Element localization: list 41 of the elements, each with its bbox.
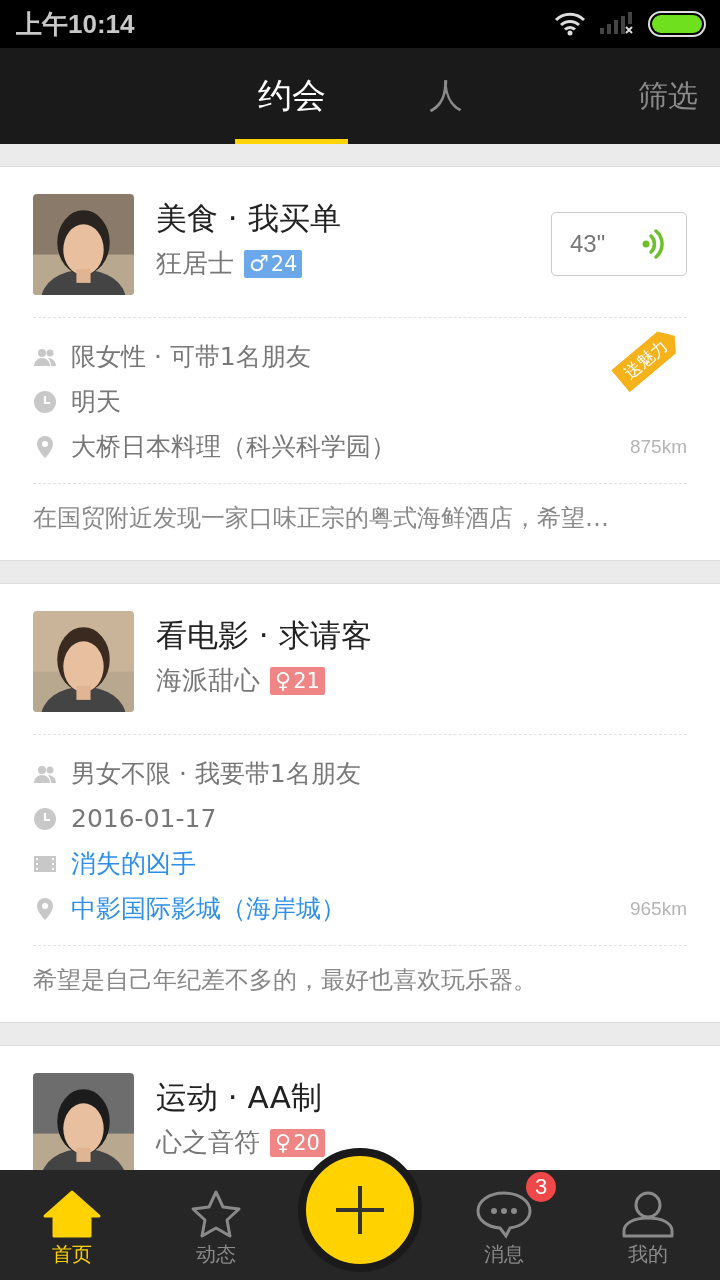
user-name: 海派甜心 — [156, 664, 260, 697]
battery-icon — [648, 11, 706, 37]
detail-text: 2016-01-17 — [71, 804, 217, 833]
age-badge: ♀21 — [270, 666, 325, 695]
detail-link[interactable]: 中影国际影城（海岸城） — [71, 892, 346, 925]
nav-tab[interactable]: 消息 3 — [432, 1170, 576, 1280]
detail-text: 大桥日本料理（科兴科学园） — [71, 431, 396, 463]
user-name: 心之音符 — [156, 1126, 260, 1159]
user-name: 狂居士 — [156, 247, 234, 280]
status-time: 上午10:14 — [16, 7, 135, 41]
detail-text: 男女不限 · 我要带1名朋友 — [71, 758, 361, 790]
detail-text: 限女性 · 可带1名朋友 — [71, 341, 311, 373]
nav-tab[interactable]: 首页 — [0, 1170, 144, 1280]
date-title: 运动 · AA制 — [156, 1078, 323, 1117]
nav-tab[interactable]: 动态 — [144, 1170, 288, 1280]
date-card[interactable]: 美食 · 我买单 狂居士 ♂24 43" 限女性 · 可带1名朋友 明天 大桥日本料理（科兴科学园） 875km 送魅力 在国贸附近发现一家口味正宗的粤式海鲜酒店，希望… — [0, 166, 720, 561]
sound-wave-icon — [642, 228, 664, 260]
detail-link[interactable]: 消失的凶手 — [71, 847, 196, 880]
distance-text: 875km — [629, 435, 687, 458]
tab[interactable]: 约会 — [235, 48, 348, 144]
date-title: 看电影 · 求请客 — [156, 616, 372, 655]
date-card[interactable]: 看电影 · 求请客 海派甜心 ♀21 男女不限 · 我要带1名朋友 2016-01-17 消失的凶手 中影国际影城（海岸城） 965km 希望是自己年纪差不多的，最好也喜欢玩乐器。 — [0, 583, 720, 1023]
voice-message-button[interactable]: 43" — [551, 212, 687, 276]
distance-text: 965km — [629, 897, 687, 920]
chat-bubble-icon — [474, 1189, 534, 1239]
wifi-icon — [554, 12, 586, 36]
clock-icon — [33, 806, 57, 831]
filter-button[interactable]: 筛选 — [638, 48, 698, 144]
description-text: 在国贸附近发现一家口味正宗的粤式海鲜酒店，希望… — [33, 483, 687, 560]
date-card[interactable]: 运动 · AA制 心之音符 ♀20 — [0, 1045, 720, 1170]
description-text: 希望是自己年纪差不多的，最好也喜欢玩乐器。 — [33, 945, 687, 1022]
home-icon — [42, 1189, 102, 1239]
signal-icon — [600, 12, 634, 36]
clock-icon — [33, 389, 57, 414]
age-badge: ♂24 — [244, 249, 303, 278]
unread-count-badge: 3 — [526, 1172, 556, 1202]
detail-text: 明天 — [71, 386, 121, 418]
tab[interactable]: 人 — [389, 48, 502, 144]
date-title: 美食 · 我买单 — [156, 199, 341, 238]
plus-icon — [334, 1184, 386, 1236]
nav-tab[interactable]: 我的 — [576, 1170, 720, 1280]
